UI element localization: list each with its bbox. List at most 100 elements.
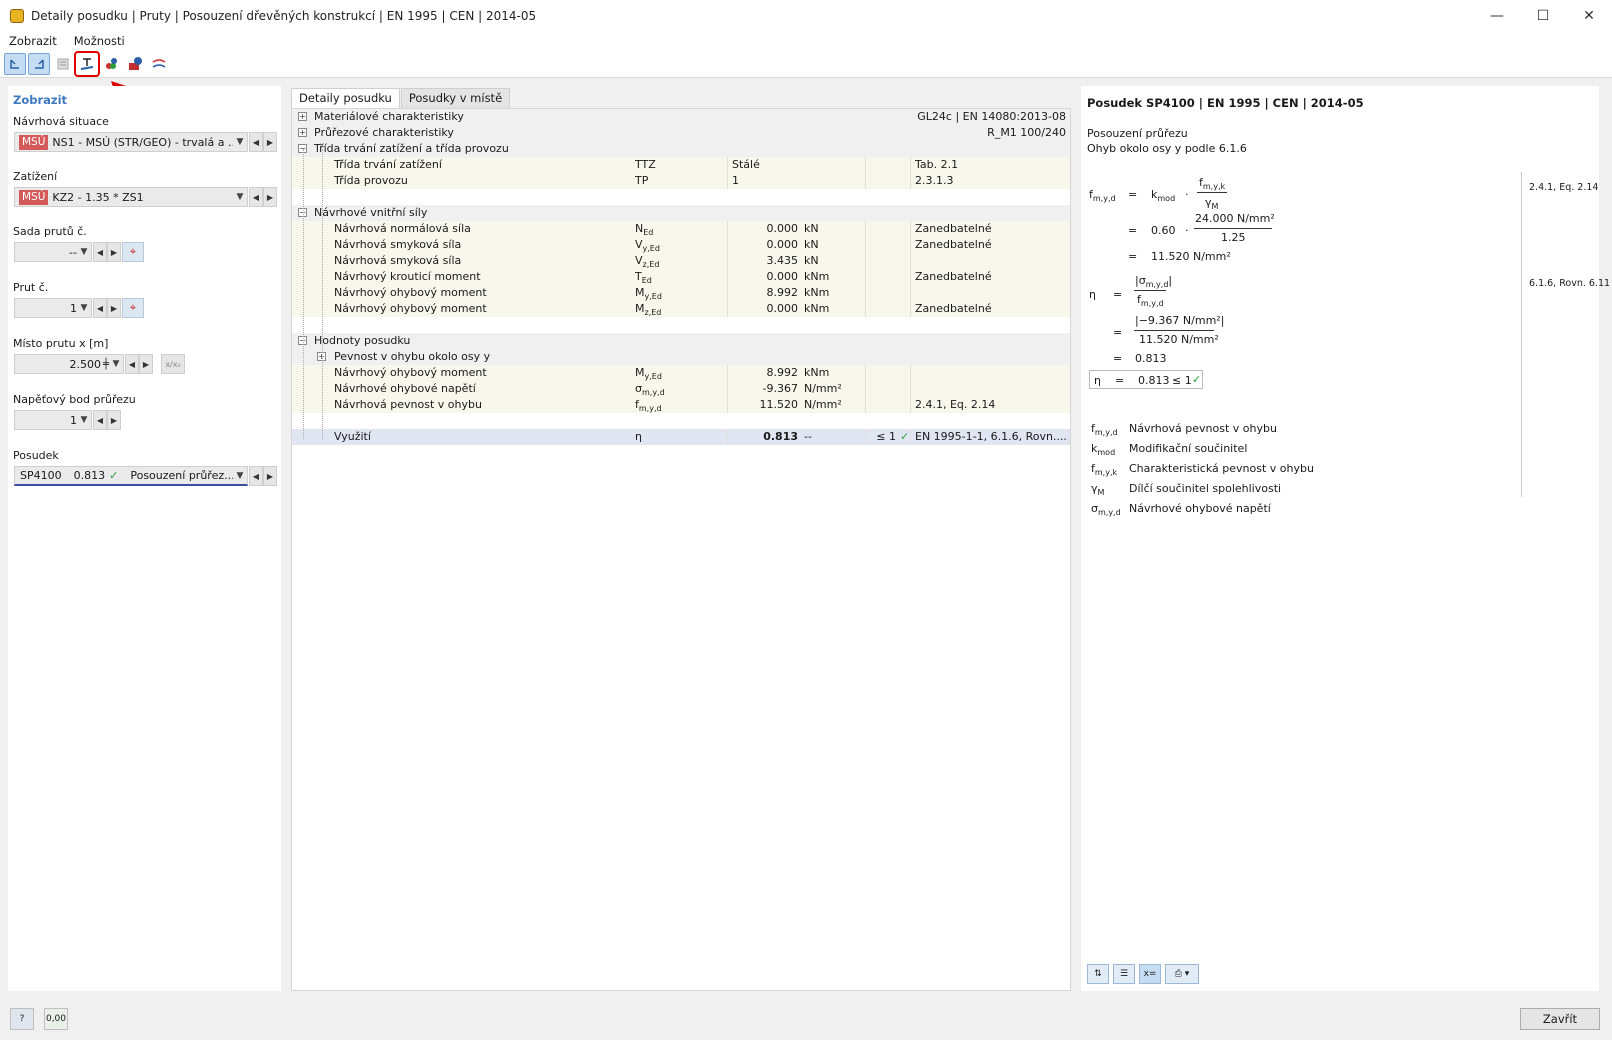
result-limit: ≤ 1 — [1172, 374, 1192, 387]
member-set-label: Sada prutů č. — [13, 225, 87, 238]
check-select[interactable]: SP4100 0.813 ✓ Posouzení průřez... ▼ — [14, 466, 248, 486]
prev-button[interactable]: ◀ — [93, 298, 107, 318]
window-title: Detaily posudku | Pruty | Posouzení dřev… — [31, 9, 537, 23]
tab-detaily-posudku[interactable]: Detaily posudku — [291, 88, 400, 108]
section-row[interactable]: − Hodnoty posudku — [292, 333, 1070, 349]
load-select[interactable]: MSÚ KZ2 - 1.35 * ZS1 ▼ — [14, 187, 248, 207]
menu-moznosti[interactable]: Možnosti — [74, 34, 125, 48]
next-button[interactable]: ▶ — [107, 298, 121, 318]
legend-item: σm,y,d Návrhové ohybové napětí — [1091, 502, 1271, 517]
prev-button[interactable]: ◀ — [93, 410, 107, 430]
sym-sigma-sub: m,y,d — [1145, 280, 1169, 290]
subsection-title: Pevnost v ohybu okolo osy y — [334, 350, 491, 363]
close-button[interactable]: Zavřít — [1520, 1008, 1600, 1030]
next-button[interactable]: ▶ — [263, 132, 277, 152]
member-set-select[interactable]: -- ▼ — [14, 242, 92, 262]
load-combination-icon[interactable] — [100, 53, 122, 75]
legend-item: kmod Modifikační součinitel — [1091, 442, 1247, 457]
print-icon[interactable]: ⎙ ▾ — [1165, 964, 1199, 984]
eq-sign: = — [1113, 288, 1123, 301]
section-row[interactable]: + Materiálové charakteristiky GL24c | EN 1… — [292, 109, 1070, 125]
row-symbol-sub: Ed — [641, 276, 652, 285]
check-label: Posudek — [13, 449, 59, 462]
row-symbol-sub: Ed — [643, 228, 654, 237]
eq-sign: = — [1115, 374, 1125, 387]
next-button[interactable]: ▶ — [107, 410, 121, 430]
arrow-left-icon[interactable] — [4, 52, 26, 75]
row-value-text: 1 — [732, 174, 739, 187]
app-icon — [10, 9, 24, 23]
utilization-row: Využití η 0.813 -- ≤ 1 ✓ EN 1995-1-1, 6.1.6, R… — [292, 429, 1070, 445]
legend-symbol-sub: m,y,d — [1094, 428, 1118, 438]
arrow-right-icon[interactable] — [28, 52, 50, 75]
next-button[interactable]: ▶ — [139, 354, 153, 374]
table-row[interactable]: + Pevnost v ohybu okolo osy y — [292, 349, 1070, 365]
table-row: Třída provozu TP 1 2.3.1.3 — [292, 173, 1070, 189]
stress-icon[interactable] — [148, 53, 170, 75]
row-value: 0.000 — [766, 222, 799, 235]
layout-icon[interactable] — [52, 53, 74, 75]
row-ref: Zanedbatelné — [915, 270, 992, 283]
tab-posudky-v-miste[interactable]: Posudky v místě — [400, 88, 511, 108]
row-symbol: M — [635, 286, 645, 299]
member-select[interactable]: 1 ▼ — [14, 298, 92, 318]
next-button[interactable]: ▶ — [263, 466, 277, 486]
decimals-button[interactable]: 0,00 — [44, 1008, 68, 1030]
legend-item: fm,y,d Návrhová pevnost v ohybu — [1091, 422, 1277, 437]
minimize-button[interactable]: — — [1474, 0, 1520, 32]
formula-icon[interactable]: x= — [1139, 964, 1161, 984]
expand-toggle-icon[interactable]: + — [298, 112, 307, 121]
row-name: Návrhový ohybový moment — [334, 286, 487, 299]
sym-eta: η — [1094, 374, 1101, 387]
section-title: Návrhové vnitřní síly — [314, 206, 428, 219]
section-row[interactable]: − Návrhové vnitřní síly — [292, 205, 1070, 221]
member-section-icon[interactable] — [74, 50, 100, 77]
relative-location-button[interactable]: x/x₀ — [161, 354, 185, 374]
sym-fmyd-sub: m,y,d — [1092, 194, 1116, 204]
design-situation-select[interactable]: MSÚ NS1 - MSÚ (STR/GEO) - trvalá a ... ▼ — [14, 132, 248, 152]
location-select[interactable]: 2.500 ╪ ▼ — [14, 354, 124, 374]
maximize-button[interactable]: ☐ — [1520, 0, 1566, 32]
pick-member-icon[interactable]: ⌖ — [122, 298, 144, 318]
row-name: Návrhový krouticí moment — [334, 270, 481, 283]
prev-button[interactable]: ◀ — [249, 187, 263, 207]
fmyd-value: 11.520 N/mm² — [1151, 250, 1231, 263]
row-symbol: N — [635, 222, 644, 235]
row-value: 0.000 — [766, 238, 799, 251]
close-window-button[interactable]: ✕ — [1566, 0, 1612, 32]
prev-button[interactable]: ◀ — [93, 242, 107, 262]
section-row[interactable]: − Třída trvání zatížení a třída provozu — [292, 141, 1070, 157]
member-value: 1 — [70, 301, 77, 315]
help-icon[interactable]: ? — [10, 1008, 34, 1030]
row-name: Využití — [334, 430, 371, 443]
location-value: 2.500 — [69, 357, 101, 371]
legend-text: Návrhová pevnost v ohybu — [1129, 422, 1277, 435]
sym-fmyd-sub: m,y,d — [1140, 299, 1164, 309]
stress-point-select[interactable]: 1 ▼ — [14, 410, 92, 430]
export-icon[interactable]: ⇅ — [1087, 964, 1109, 984]
row-value: 0.000 — [766, 270, 799, 283]
legend-text: Modifikační součinitel — [1129, 442, 1248, 455]
prev-button[interactable]: ◀ — [249, 466, 263, 486]
row-symbol-sub: y,Ed — [642, 244, 660, 253]
eta-value: 0.813 — [1135, 352, 1167, 365]
table-row: Návrhová normálová síla NEd 0.000 kN Zanedba… — [292, 221, 1070, 237]
row-name: Návrhová pevnost v ohybu — [334, 398, 482, 411]
table-row: Třída trvání zatížení TTZ Stálé Tab. 2.1 — [292, 157, 1070, 173]
section-title: Průřezové charakteristiky — [314, 126, 454, 139]
prev-button[interactable]: ◀ — [249, 132, 263, 152]
tree-line — [322, 149, 323, 439]
legend-text: Návrhové ohybové napětí — [1129, 502, 1271, 515]
gammaM-value: 1.25 — [1221, 231, 1246, 244]
next-button[interactable]: ▶ — [263, 187, 277, 207]
expand-toggle-icon[interactable]: + — [298, 128, 307, 137]
sort-icon[interactable]: ☰ — [1113, 964, 1135, 984]
row-symbol-sub: y,Ed — [644, 372, 662, 381]
pick-member-set-icon[interactable]: ⌖ — [122, 242, 144, 262]
section-row[interactable]: + Průřezové charakteristiky R_M1 100/240 — [292, 125, 1070, 141]
eq-sign: = — [1128, 224, 1138, 237]
prev-button[interactable]: ◀ — [125, 354, 139, 374]
menu-zobrazit[interactable]: Zobrazit — [9, 34, 57, 48]
next-button[interactable]: ▶ — [107, 242, 121, 262]
design-info-icon[interactable] — [124, 53, 146, 75]
